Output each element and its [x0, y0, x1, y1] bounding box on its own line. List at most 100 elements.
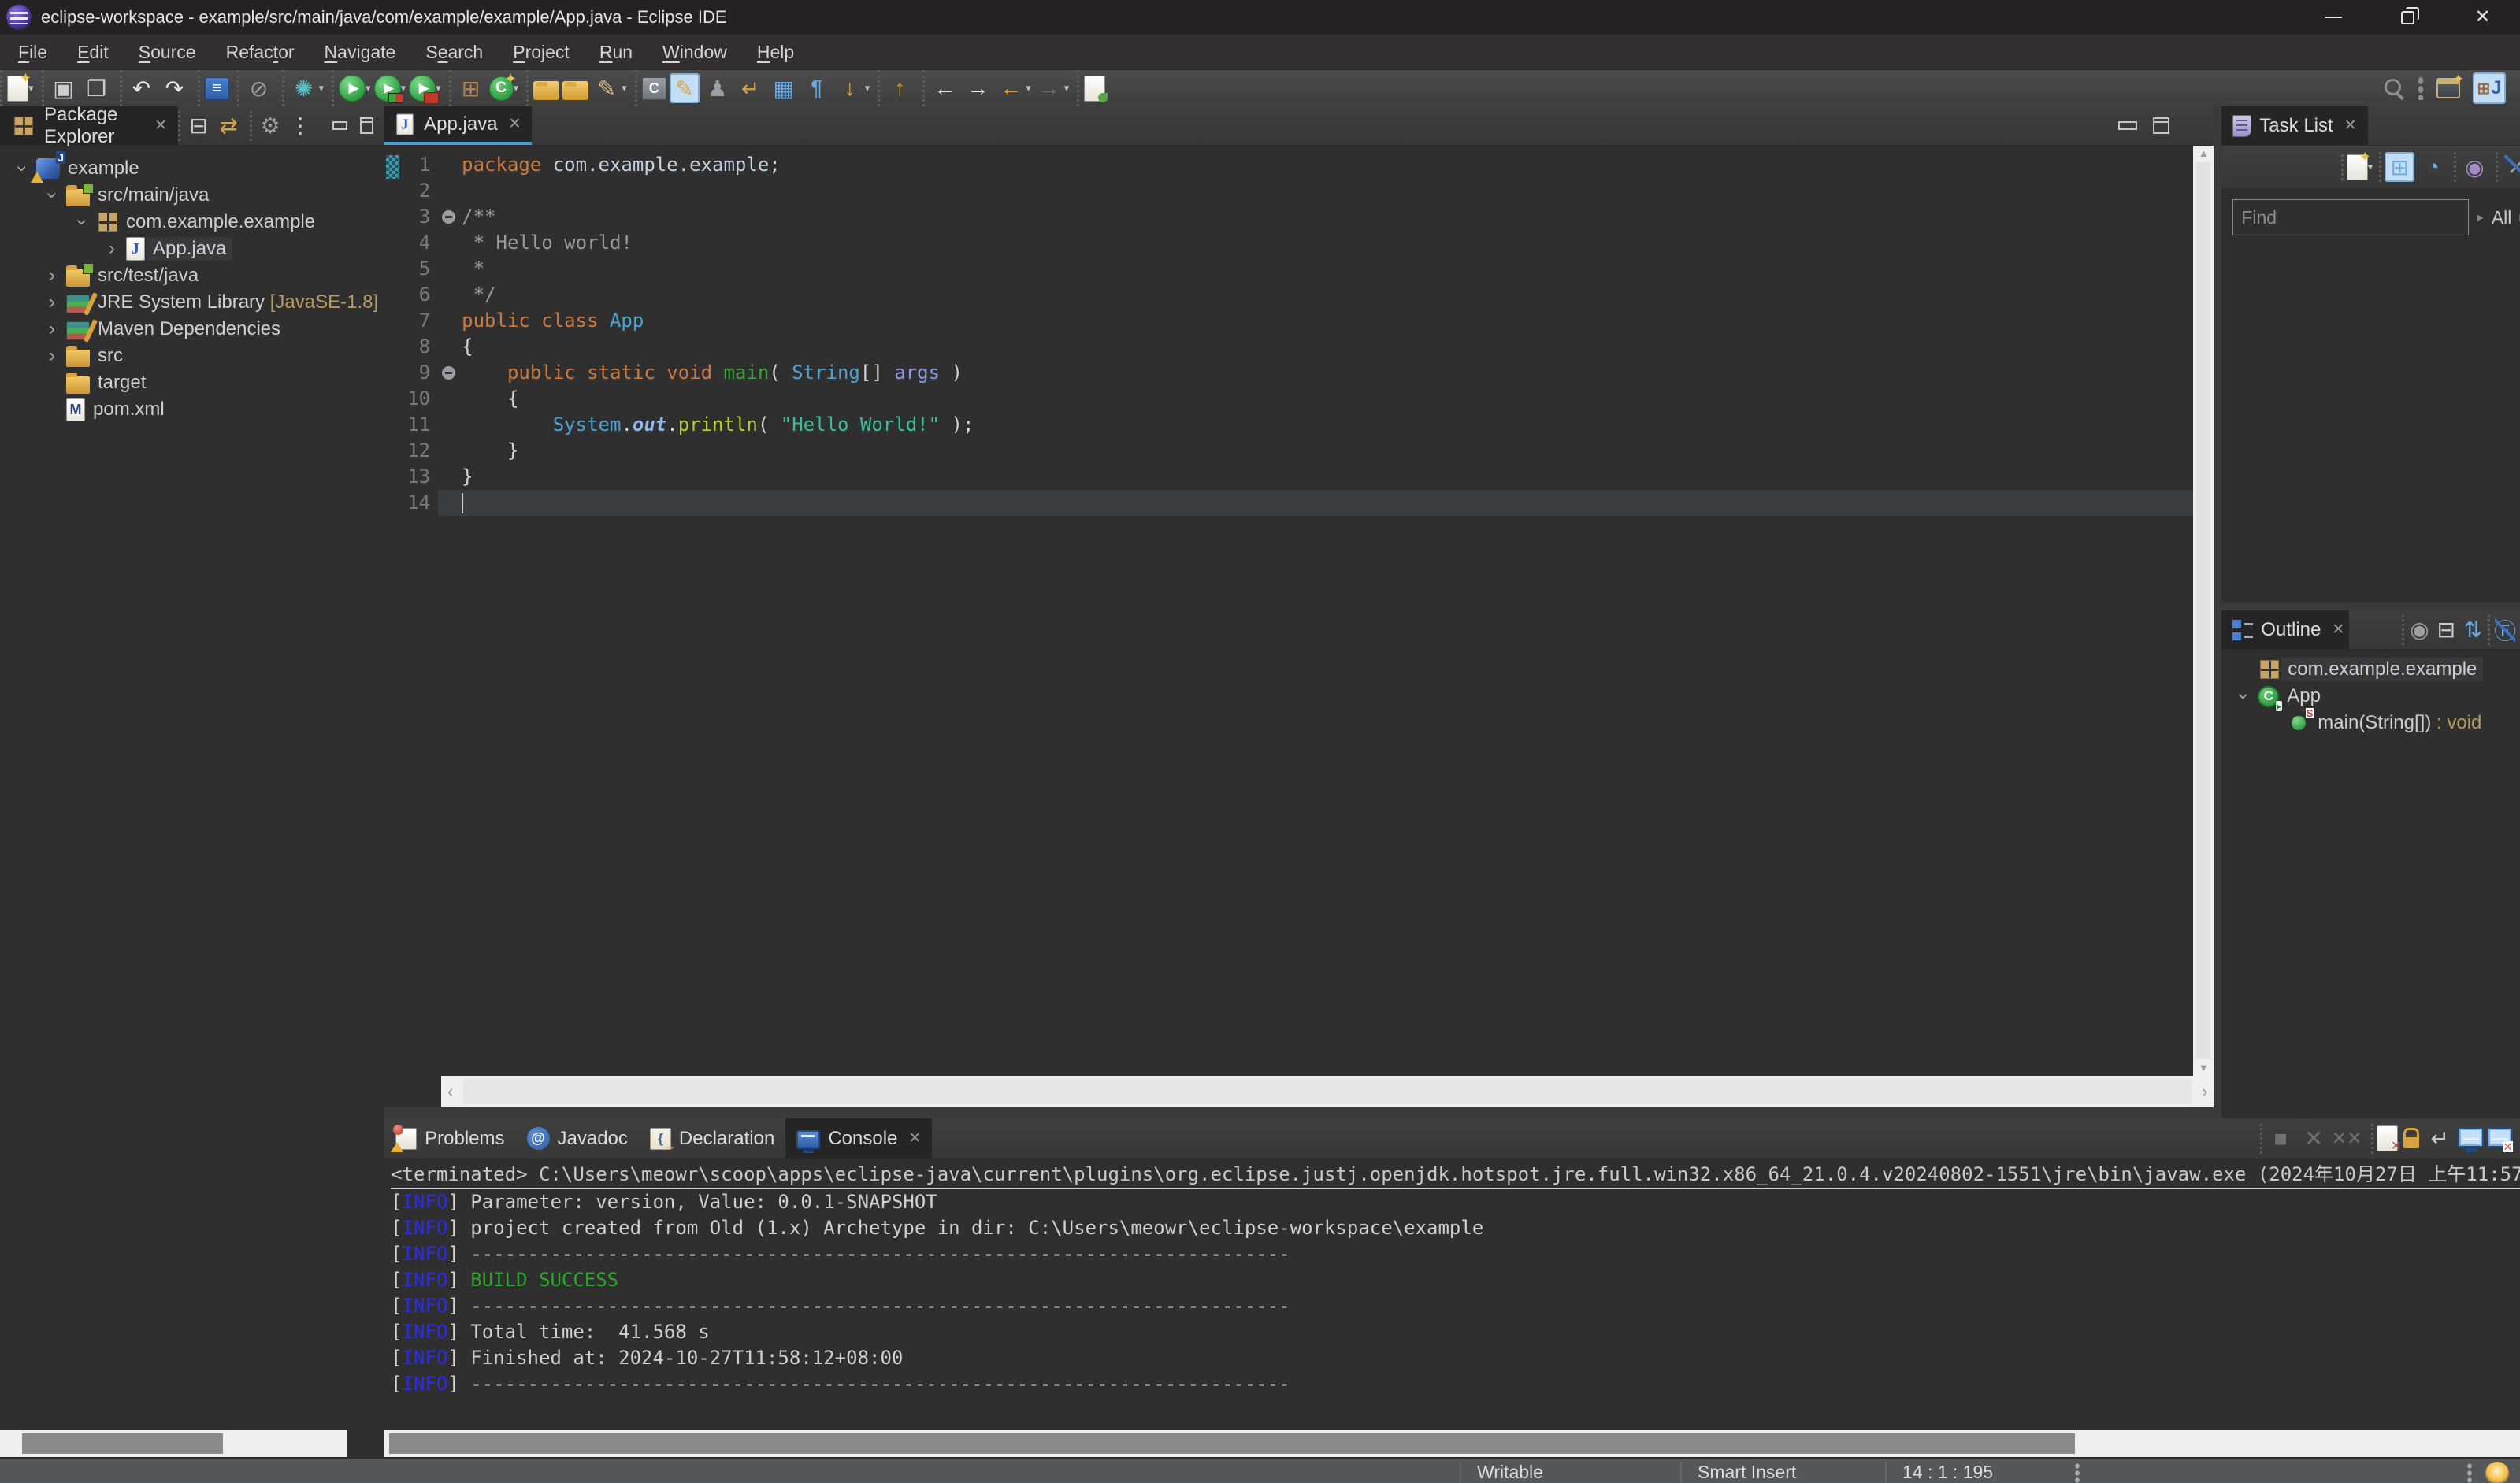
new-wizard-button[interactable]: [7, 70, 32, 102]
chevron-icon[interactable]: [38, 345, 66, 367]
package-explorer-hscrollbar[interactable]: [0, 1430, 347, 1457]
close-icon[interactable]: ✕: [2332, 621, 2344, 639]
next-annotation-button[interactable]: →: [963, 73, 993, 103]
save-button[interactable]: ▣: [49, 73, 79, 103]
open-perspective-button[interactable]: [2436, 72, 2464, 98]
chevron-icon[interactable]: [38, 318, 66, 340]
sort-button[interactable]: ⇅: [2459, 615, 2486, 645]
chevron-icon[interactable]: [38, 265, 66, 287]
open-resource-button[interactable]: [562, 81, 589, 100]
minimize-panel-button[interactable]: [332, 121, 348, 130]
mark-occurrences-button[interactable]: ⊘: [244, 73, 274, 103]
outline-item-main-method[interactable]: main(String[]) : void: [2221, 708, 2520, 736]
console-output[interactable]: <terminated> C:\Users\meowr\scoop\apps\e…: [384, 1159, 2520, 1430]
tree-item-src[interactable]: src: [0, 343, 384, 369]
tab-task-list[interactable]: Task List ✕: [2221, 106, 2368, 145]
redo-arrow-button[interactable]: ↷: [160, 73, 190, 103]
back-button[interactable]: ←: [996, 73, 1026, 103]
editor-vscrollbar[interactable]: ▲ ▼: [2193, 146, 2214, 1076]
minimize-panel-button[interactable]: [2118, 121, 2138, 130]
new-task-button[interactable]: [2346, 149, 2371, 180]
outline-item-app-class[interactable]: App: [2221, 683, 2520, 711]
scheduled-view-button[interactable]: ◔: [2418, 152, 2448, 182]
search-icon[interactable]: [2383, 77, 2405, 99]
scroll-lock-button[interactable]: [2401, 1125, 2422, 1152]
menu-run[interactable]: Run: [585, 35, 648, 69]
scrollbar-thumb[interactable]: [463, 1079, 2192, 1104]
tab-package-explorer[interactable]: Package Explorer ✕: [0, 104, 179, 147]
console-c-button[interactable]: C: [641, 76, 666, 100]
focus-workweek-button[interactable]: ◉: [2459, 152, 2489, 182]
close-icon[interactable]: ✕: [908, 1129, 921, 1147]
scrollbar-thumb[interactable]: [2196, 162, 2211, 1059]
maximize-panel-button[interactable]: [2153, 117, 2170, 134]
scroll-left-icon[interactable]: ‹: [447, 1081, 453, 1102]
close-icon[interactable]: ✕: [2344, 117, 2357, 135]
terminal-button[interactable]: ≡: [204, 76, 229, 100]
focus-button[interactable]: ◉: [2406, 615, 2433, 645]
console-hscrollbar[interactable]: [384, 1430, 2520, 1457]
tab-console[interactable]: Console ✕: [785, 1118, 933, 1159]
run-button[interactable]: ▶: [339, 75, 366, 102]
tree-item-com-example-example[interactable]: com.example.example: [0, 209, 384, 235]
notification-bulb-icon[interactable]: [2485, 1462, 2509, 1483]
show-stderr-button[interactable]: [2487, 1126, 2514, 1152]
new-spark-button[interactable]: ✺: [289, 73, 319, 103]
user-button[interactable]: ♟: [703, 73, 733, 103]
maximize-panel-button[interactable]: [360, 117, 374, 134]
chevron-icon[interactable]: [38, 184, 66, 206]
scrollbar-thumb[interactable]: [22, 1433, 223, 1454]
hide-fields-button[interactable]: Ⓕ: [2492, 615, 2518, 645]
tree-item-app-java[interactable]: App.java: [0, 235, 384, 262]
tree-item-target[interactable]: target: [0, 369, 384, 396]
import-folder-button[interactable]: [533, 81, 560, 100]
remove-all-launches-button[interactable]: ✕✕: [2332, 1124, 2362, 1154]
link-editor-button[interactable]: ⇄: [213, 111, 243, 141]
tab-javadoc[interactable]: Javadoc: [516, 1118, 639, 1159]
chevron-icon[interactable]: [2229, 685, 2258, 707]
close-icon[interactable]: ✕: [509, 115, 521, 133]
tree-item-maven-dependencies[interactable]: Maven Dependencies: [0, 316, 384, 343]
pin-editor-button[interactable]: [1084, 75, 1108, 102]
coverage-button[interactable]: ▶: [373, 75, 403, 103]
chevron-icon[interactable]: [38, 291, 66, 313]
remove-launch-button[interactable]: ✕: [2299, 1124, 2329, 1154]
close-icon[interactable]: ✕: [154, 117, 167, 135]
mark-return-button[interactable]: ↵: [736, 73, 766, 103]
new-class-button[interactable]: C: [488, 71, 517, 101]
filter-completed-button[interactable]: ✕: [2501, 152, 2520, 182]
view-filters-button[interactable]: ⚙: [255, 111, 285, 141]
tree-item-jre-system-library[interactable]: JRE System Library [JavaSE-1.8]: [0, 289, 384, 316]
menu-window[interactable]: Window: [648, 35, 742, 69]
table-button[interactable]: ▦: [769, 73, 799, 103]
terminate-button[interactable]: ■: [2266, 1124, 2295, 1154]
last-edit-button[interactable]: ↓: [835, 73, 865, 103]
tree-item-src-main-java[interactable]: src/main/java: [0, 182, 384, 209]
tree-item-src-test-java[interactable]: src/test/java: [0, 262, 384, 289]
show-stdout-button[interactable]: [2458, 1126, 2485, 1147]
external-tools-button[interactable]: ▶: [409, 75, 440, 104]
tree-item-example[interactable]: example: [0, 151, 384, 183]
outline-item-package[interactable]: com.example.example: [2221, 656, 2520, 683]
scroll-down-icon[interactable]: ▼: [2199, 1062, 2209, 1074]
edit-pencil-button[interactable]: ✎: [592, 73, 622, 103]
code-editor[interactable]: 1 package com.example.example; 2 3/** 4 * He…: [384, 146, 2194, 1076]
scroll-right-icon[interactable]: ›: [2202, 1081, 2207, 1102]
chevron-icon[interactable]: [68, 211, 96, 233]
format-brush-button[interactable]: ✎: [669, 73, 700, 103]
scroll-up-icon[interactable]: ▲: [2199, 147, 2209, 160]
tab-declaration[interactable]: Declaration: [639, 1118, 785, 1159]
chevron-icon[interactable]: [98, 238, 126, 260]
menu-project[interactable]: Project: [498, 35, 585, 69]
window-restore-button[interactable]: [2370, 0, 2445, 35]
save-all-button[interactable]: ❐: [82, 73, 112, 103]
view-menu-button[interactable]: ⋮: [285, 111, 315, 141]
java-perspective-button[interactable]: J: [2473, 72, 2506, 104]
tab-outline[interactable]: Outline ✕: [2221, 610, 2350, 649]
task-find-input[interactable]: [2232, 199, 2470, 235]
window-close-button[interactable]: ✕: [2445, 0, 2520, 35]
task-scope-all[interactable]: All: [2492, 207, 2512, 228]
editor-hscrollbar[interactable]: ‹ ›: [441, 1076, 2214, 1107]
undo-arrow-button[interactable]: ↶: [127, 73, 157, 103]
tab-app-java[interactable]: App.java ✕: [384, 106, 533, 145]
